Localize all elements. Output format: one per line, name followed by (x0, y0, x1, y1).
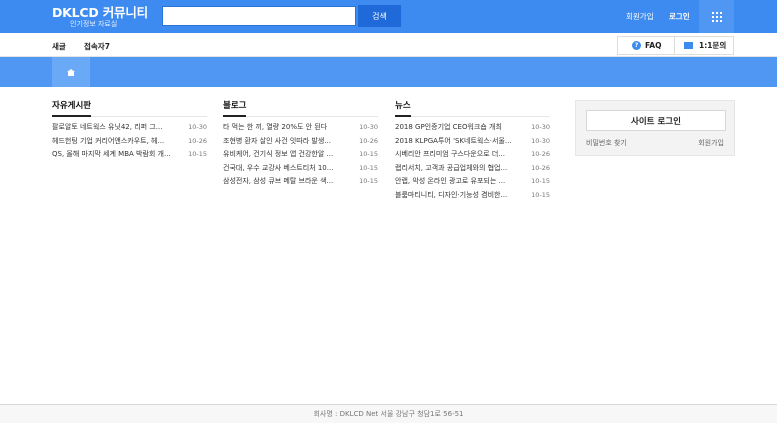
list-item[interactable]: 블룸마티니티, 디자인·기능성 겸비한... 10-15 (395, 189, 550, 203)
item-date: 10-15 (188, 150, 207, 158)
item-title[interactable]: 조현병 환자 살인 사건 잇따라 발생... (223, 135, 353, 149)
blog-list: 타 먹는 한 끼, 열량 20%도 안 된다 10-30 조현병 환자 살인 사건… (223, 121, 378, 189)
item-date: 10-30 (188, 123, 207, 131)
page: DKLCD 커뮤니티 인기정보 자료실 검색 회원가입 로그인 새글 접속자7 … (0, 0, 777, 423)
list-item[interactable]: 건국대, 우수 교강사 베스트티처 10... 10-15 (223, 162, 378, 176)
search-button[interactable]: 검색 (358, 5, 401, 27)
item-date: 10-26 (531, 163, 550, 172)
new-posts-link[interactable]: 새글 (52, 41, 66, 52)
item-date: 10-15 (359, 150, 378, 158)
list-item[interactable]: 2018 KLPGA투어 'SK네트웍스·서울... 10-30 (395, 135, 550, 149)
board-list: 팔로알토 네트웍스 유닛42, 리퍼 그... 10-30 헤드헌팅 기업 커리어… (52, 121, 207, 162)
news-list: 2018 GP인증기업 CEO워크숍 개최 10-30 2018 KLPGA투어 … (395, 121, 550, 202)
item-title[interactable]: 타 먹는 한 끼, 열량 20%도 안 된다 (223, 121, 353, 135)
inquiry-button[interactable]: 1:1문의 (674, 36, 734, 55)
item-title[interactable]: 2018 GP인증기업 CEO워크숍 개최 (395, 121, 525, 135)
menu-button[interactable] (699, 0, 734, 33)
search-input[interactable] (162, 6, 356, 26)
list-item[interactable]: QS, 올해 마지막 세계 MBA 박람회 개... 10-15 (52, 148, 207, 162)
item-date: 10-30 (531, 123, 550, 131)
list-item[interactable]: 유비케어, 건기식 정보 앱 건강한알 ... 10-15 (223, 148, 378, 162)
board-title[interactable]: 자유게시판 (52, 101, 92, 117)
item-title[interactable]: 유비케어, 건기식 정보 앱 건강한알 ... (223, 148, 353, 162)
item-title[interactable]: 안랩, 악성 온라인 광고로 유포되는 ... (395, 175, 525, 189)
visitors-link[interactable]: 접속자7 (84, 41, 110, 52)
item-date: 10-26 (531, 150, 550, 158)
item-title[interactable]: 블룸마티니티, 디자인·기능성 겸비한... (395, 189, 525, 203)
site-logo[interactable]: DKLCD 커뮤니티 인기정보 자료실 (52, 2, 162, 32)
item-date: 10-30 (359, 123, 378, 131)
item-date: 10-15 (359, 163, 378, 172)
join-link[interactable]: 회원가입 (698, 138, 724, 148)
blog-column: 블로그 타 먹는 한 끼, 열량 20%도 안 된다 10-30 조현병 환자 살… (223, 101, 378, 189)
find-password-link[interactable]: 비밀번호 찾기 (586, 138, 627, 148)
item-date: 10-15 (359, 177, 378, 185)
footer-company-info: 회사명 : DKLCD Net 서울 강남구 청담1로 56-51 (313, 410, 464, 418)
item-date: 10-30 (531, 136, 550, 145)
item-title[interactable]: 2018 KLPGA투어 'SK네트웍스·서울... (395, 135, 525, 149)
item-title[interactable]: 랩리서치, 고객과 공급업체와의 협업... (395, 162, 525, 176)
list-item[interactable]: 안랩, 악성 온라인 광고로 유포되는 ... 10-15 (395, 175, 550, 189)
logo-subtitle: 인기정보 자료실 (70, 20, 118, 28)
item-title[interactable]: QS, 올해 마지막 세계 MBA 박람회 개... (52, 148, 182, 162)
header-login-link[interactable]: 로그인 (669, 11, 690, 22)
list-item[interactable]: 팔로알토 네트웍스 유닛42, 리퍼 그... 10-30 (52, 121, 207, 135)
site-login-button[interactable]: 사이트 로그인 (586, 110, 726, 131)
column-header: 블로그 (223, 101, 378, 117)
faq-label: FAQ (645, 41, 662, 50)
item-date: 10-15 (531, 177, 550, 185)
chat-icon (684, 42, 693, 49)
list-item[interactable]: 삼성전자, 삼성 큐브 메탈 브라운 색... 10-15 (223, 175, 378, 189)
blog-title[interactable]: 블로그 (223, 101, 247, 117)
footer: 회사명 : DKLCD Net 서울 강남구 청담1로 56-51 (0, 404, 777, 423)
item-title[interactable]: 시베리안 프리미엄 구스다운으로 더... (395, 148, 525, 162)
login-panel: 사이트 로그인 비밀번호 찾기 회원가입 (575, 100, 735, 156)
banner-bar (0, 57, 777, 87)
item-title[interactable]: 헤드헌팅 기업 커리어앤스카우트, 헤... (52, 135, 182, 149)
home-icon (67, 68, 75, 76)
inquiry-label: 1:1문의 (699, 41, 727, 50)
item-date: 10-15 (531, 190, 550, 199)
list-item[interactable]: 조현병 환자 살인 사건 잇따라 발생... 10-26 (223, 135, 378, 149)
sub-navigation: 새글 접속자7 ? FAQ 1:1문의 (0, 33, 777, 57)
board-column: 자유게시판 팔로알토 네트웍스 유닛42, 리퍼 그... 10-30 헤드헌팅 … (52, 101, 207, 162)
list-item[interactable]: 헤드헌팅 기업 커리어앤스카우트, 헤... 10-26 (52, 135, 207, 149)
column-header: 자유게시판 (52, 101, 207, 117)
home-button[interactable] (52, 57, 90, 87)
item-title[interactable]: 건국대, 우수 교강사 베스트티처 10... (223, 162, 353, 176)
column-header: 뉴스 (395, 101, 550, 117)
grid-icon (711, 11, 722, 22)
news-column: 뉴스 2018 GP인증기업 CEO워크숍 개최 10-30 2018 KLPGA… (395, 101, 550, 202)
list-item[interactable]: 2018 GP인증기업 CEO워크숍 개최 10-30 (395, 121, 550, 135)
item-date: 10-26 (188, 136, 207, 145)
list-item[interactable]: 시베리안 프리미엄 구스다운으로 더... 10-26 (395, 148, 550, 162)
top-header: DKLCD 커뮤니티 인기정보 자료실 검색 회원가입 로그인 (0, 0, 777, 33)
header-join-link[interactable]: 회원가입 (626, 11, 654, 22)
item-title[interactable]: 삼성전자, 삼성 큐브 메탈 브라운 색... (223, 175, 353, 189)
item-date: 10-26 (359, 136, 378, 145)
item-title[interactable]: 팔로알토 네트웍스 유닛42, 리퍼 그... (52, 121, 182, 135)
news-title[interactable]: 뉴스 (395, 101, 411, 117)
question-icon: ? (632, 41, 641, 50)
list-item[interactable]: 랩리서치, 고객과 공급업체와의 협업... 10-26 (395, 162, 550, 176)
list-item[interactable]: 타 먹는 한 끼, 열량 20%도 안 된다 10-30 (223, 121, 378, 135)
faq-button[interactable]: ? FAQ (617, 36, 675, 55)
